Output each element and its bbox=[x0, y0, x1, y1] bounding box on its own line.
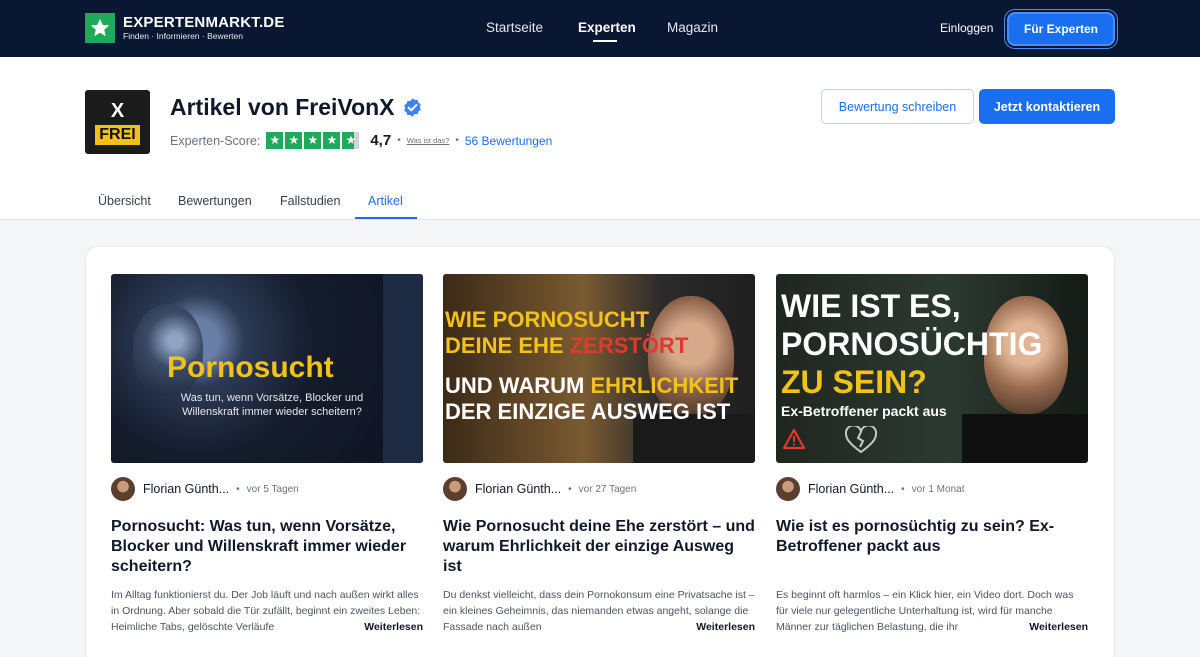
article-card[interactable]: Pornosucht Was tun, wenn Vorsätze, Block… bbox=[111, 274, 423, 635]
for-experts-button[interactable]: Für Experten bbox=[1007, 12, 1115, 46]
author-avatar bbox=[443, 477, 467, 501]
tab-bewertungen[interactable]: Bewertungen bbox=[178, 194, 252, 208]
read-more-link[interactable]: Weiterlesen bbox=[346, 619, 423, 635]
page-title-row: Artikel von FreiVonX bbox=[170, 94, 423, 121]
thumbnail-line-2: PORNOSÜCHTIG bbox=[781, 326, 1043, 362]
broken-heart-icon bbox=[844, 426, 878, 454]
brand-name: EXPERTENMARKT.DE bbox=[123, 14, 285, 31]
article-meta: Florian Günth... • vor 5 Tagen bbox=[111, 477, 423, 501]
author-avatar bbox=[111, 477, 135, 501]
article-title[interactable]: Wie Pornosucht deine Ehe zerstört – und … bbox=[443, 517, 755, 577]
thumbnail-line-4: Ex-Betroffener packt aus bbox=[781, 403, 947, 419]
profile-header: X FREI Artikel von FreiVonX Experten-Sco… bbox=[0, 57, 1200, 220]
nav-active-indicator bbox=[593, 40, 617, 42]
article-title[interactable]: Wie ist es pornosüchtig zu sein? Ex-Betr… bbox=[776, 517, 1088, 557]
star-logo-icon bbox=[85, 13, 115, 43]
article-thumbnail[interactable]: WIE IST ES, PORNOSÜCHTIG ZU SEIN? Ex-Bet… bbox=[776, 274, 1088, 463]
tab-artikel[interactable]: Artikel bbox=[368, 194, 403, 208]
verified-badge-icon bbox=[403, 98, 421, 117]
thumbnail-line-4: DER EINZIGE AUSWEG IST bbox=[445, 399, 731, 424]
what-is-this-link[interactable]: Was ist das? bbox=[407, 136, 450, 145]
tab-active-indicator bbox=[355, 217, 417, 219]
article-meta: Florian Günth... • vor 1 Monat bbox=[776, 477, 1088, 501]
nav-magazin[interactable]: Magazin bbox=[667, 20, 718, 35]
article-time: vor 27 Tagen bbox=[578, 483, 637, 495]
tab-fallstudien[interactable]: Fallstudien bbox=[280, 194, 340, 208]
read-more-link[interactable]: Weiterlesen bbox=[678, 619, 755, 635]
article-card[interactable]: WIE IST ES, PORNOSÜCHTIG ZU SEIN? Ex-Bet… bbox=[776, 274, 1088, 635]
star-icon: ★ bbox=[304, 132, 322, 149]
score-row: Experten-Score: ★ ★ ★ ★ ★ 4,7 • Was ist … bbox=[170, 132, 552, 149]
separator-dot: • bbox=[455, 135, 459, 146]
star-half-icon: ★ bbox=[342, 132, 360, 149]
thumbnail-line-1: WIE PORNOSUCHT bbox=[445, 307, 650, 332]
tab-uebersicht[interactable]: Übersicht bbox=[98, 194, 151, 208]
write-review-button[interactable]: Bewertung schreiben bbox=[821, 89, 974, 124]
article-time: vor 5 Tagen bbox=[246, 483, 299, 495]
star-icon: ★ bbox=[266, 132, 284, 149]
author-name[interactable]: Florian Günth... bbox=[143, 482, 229, 496]
thumbnail-line-2: DEINE EHE ZERSTÖRT bbox=[445, 333, 689, 358]
separator-dot: • bbox=[397, 135, 401, 146]
star-icon: ★ bbox=[323, 132, 341, 149]
reviews-count-link[interactable]: 56 Bewertungen bbox=[465, 134, 552, 148]
score-label: Experten-Score: bbox=[170, 133, 261, 148]
avatar-x-text: X bbox=[110, 99, 125, 122]
site-logo[interactable]: EXPERTENMARKT.DE Finden · Informieren · … bbox=[85, 13, 285, 43]
article-excerpt: Du denkst vielleicht, dass dein Pornokon… bbox=[443, 587, 755, 635]
brand-tagline: Finden · Informieren · Bewerten bbox=[123, 31, 243, 41]
thumbnail-title: Pornosucht bbox=[167, 351, 334, 384]
article-excerpt: Es beginnt oft harmlos – ein Klick hier,… bbox=[776, 587, 1088, 635]
article-card[interactable]: WIE PORNOSUCHT DEINE EHE ZERSTÖRT UND WA… bbox=[443, 274, 755, 635]
articles-card: Pornosucht Was tun, wenn Vorsätze, Block… bbox=[85, 246, 1115, 657]
thumbnail-line-1: WIE IST ES, bbox=[781, 288, 961, 324]
profile-avatar: X FREI bbox=[85, 90, 150, 154]
star-icon: ★ bbox=[285, 132, 303, 149]
score-value: 4,7 bbox=[370, 132, 392, 149]
thumbnail-line-3: ZU SEIN? bbox=[781, 364, 927, 400]
article-title[interactable]: Pornosucht: Was tun, wenn Vorsätze, Bloc… bbox=[111, 517, 423, 577]
read-more-link[interactable]: Weiterlesen bbox=[1011, 619, 1088, 635]
article-thumbnail[interactable]: Pornosucht Was tun, wenn Vorsätze, Block… bbox=[111, 274, 423, 463]
avatar-frei-text: FREI bbox=[95, 124, 140, 145]
article-meta: Florian Günth... • vor 27 Tagen bbox=[443, 477, 755, 501]
nav-startseite[interactable]: Startseite bbox=[486, 20, 543, 35]
author-name[interactable]: Florian Günth... bbox=[475, 482, 561, 496]
top-navigation: EXPERTENMARKT.DE Finden · Informieren · … bbox=[0, 0, 1200, 57]
rating-stars: ★ ★ ★ ★ ★ bbox=[266, 132, 361, 149]
article-time: vor 1 Monat bbox=[911, 483, 965, 495]
contact-button[interactable]: Jetzt kontaktieren bbox=[979, 89, 1115, 124]
article-thumbnail[interactable]: WIE PORNOSUCHT DEINE EHE ZERSTÖRT UND WA… bbox=[443, 274, 755, 463]
article-excerpt: Im Alltag funktionierst du. Der Job läuf… bbox=[111, 587, 423, 635]
login-link[interactable]: Einloggen bbox=[940, 21, 993, 35]
author-name[interactable]: Florian Günth... bbox=[808, 482, 894, 496]
page-title: Artikel von FreiVonX bbox=[170, 94, 395, 120]
warning-icon bbox=[782, 428, 806, 450]
thumbnail-subtitle: Was tun, wenn Vorsätze, Blocker und Will… bbox=[180, 392, 364, 418]
thumbnail-line-3: UND WARUM EHRLICHKEIT bbox=[445, 373, 739, 398]
nav-experten[interactable]: Experten bbox=[578, 20, 636, 35]
author-avatar bbox=[776, 477, 800, 501]
